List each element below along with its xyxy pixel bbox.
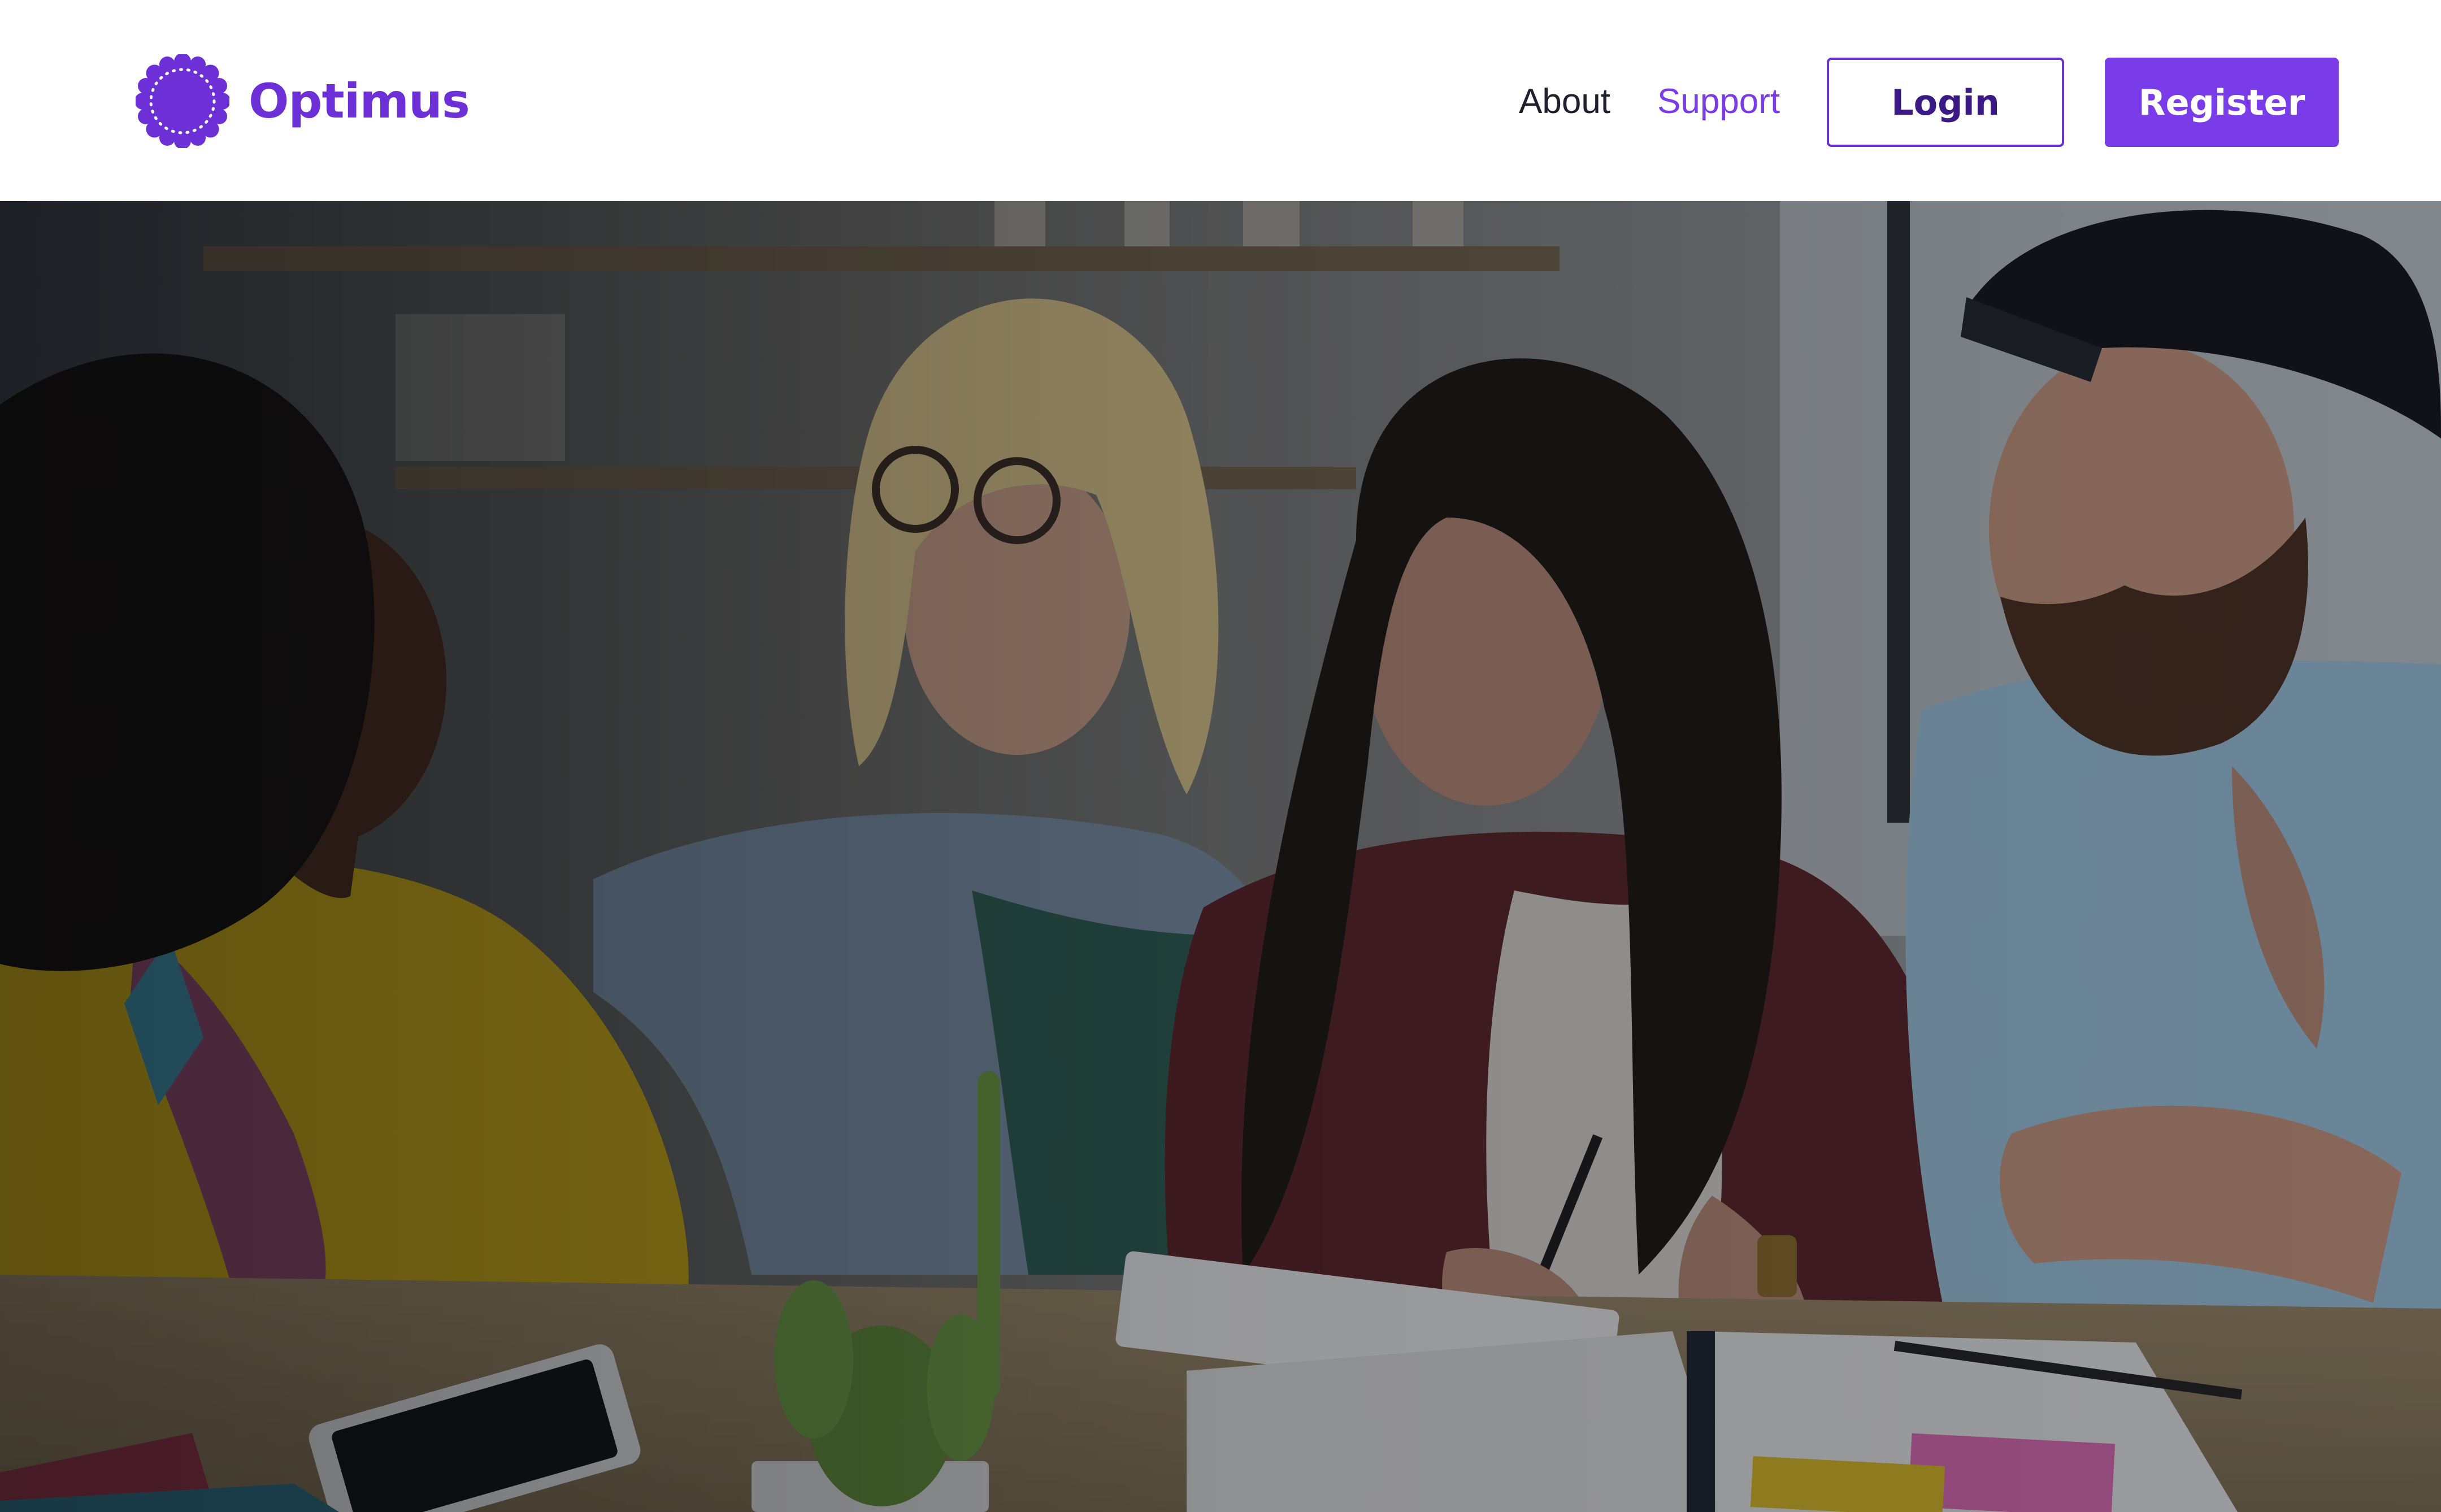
register-button[interactable]: Register — [2105, 58, 2339, 147]
brand-name: Optimus — [249, 73, 470, 129]
login-button[interactable]: Login — [1827, 58, 2064, 147]
flower-badge-icon — [136, 54, 229, 148]
hero-banner — [0, 201, 2441, 1512]
landing-page: Optimus About Support Login Register — [0, 0, 2441, 1512]
top-navigation-bar: Optimus About Support Login Register — [0, 0, 2441, 201]
nav-link-about[interactable]: About — [1519, 79, 1610, 124]
brand-logo-link[interactable]: Optimus — [136, 54, 470, 148]
hero-photo — [0, 201, 2441, 1512]
nav-link-support[interactable]: Support — [1657, 79, 1780, 124]
